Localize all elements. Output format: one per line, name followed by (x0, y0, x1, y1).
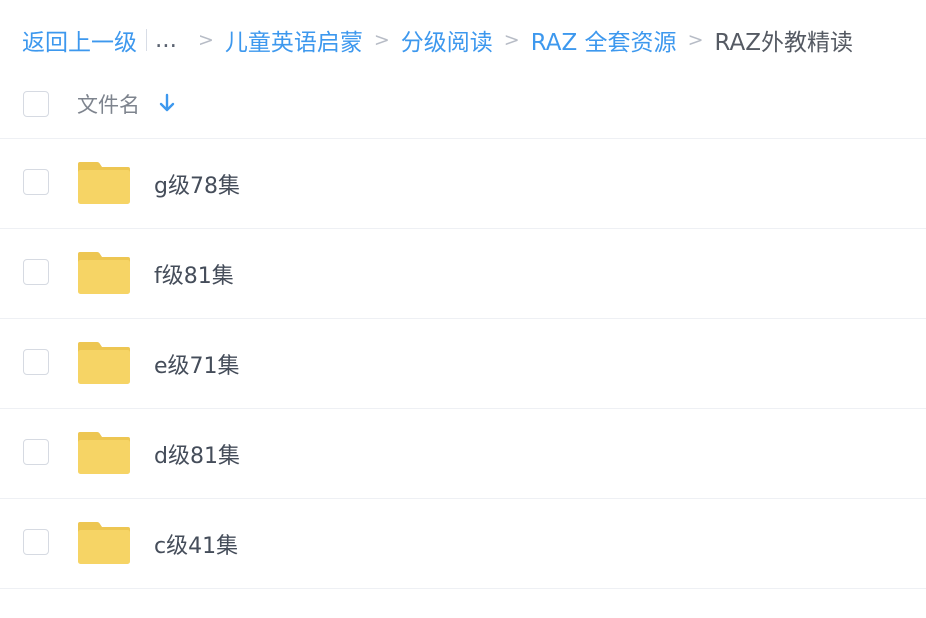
breadcrumb-current: RAZ外教精读 (714, 30, 854, 56)
folder-icon (77, 341, 131, 385)
breadcrumb-separator: > (687, 29, 704, 51)
column-header-filename[interactable]: 文件名 (77, 89, 140, 119)
row-checkbox[interactable] (23, 259, 49, 285)
breadcrumb-divider (146, 29, 147, 51)
back-link[interactable]: 返回上一级 (22, 23, 137, 57)
folder-icon (77, 251, 131, 295)
file-name[interactable]: d级81集 (154, 438, 240, 470)
folder-icon (77, 521, 131, 565)
breadcrumb-ellipsis[interactable]: ... (155, 27, 177, 53)
file-row[interactable]: d级81集 (0, 409, 926, 499)
folder-icon (77, 431, 131, 475)
file-name[interactable]: c级41集 (154, 528, 238, 560)
file-list-header: 文件名 (0, 70, 926, 139)
breadcrumb-item[interactable]: 儿童英语启蒙 (225, 23, 363, 57)
folder-icon (77, 161, 131, 205)
select-all-checkbox[interactable] (23, 91, 49, 117)
breadcrumb-separator: > (503, 29, 520, 51)
row-checkbox[interactable] (23, 349, 49, 375)
row-checkbox[interactable] (23, 529, 49, 555)
file-row[interactable]: e级71集 (0, 319, 926, 409)
file-name[interactable]: e级71集 (154, 348, 240, 380)
file-row[interactable]: g级78集 (0, 139, 926, 229)
row-checkbox[interactable] (23, 169, 49, 195)
breadcrumb-item[interactable]: RAZ 全套资源 (531, 23, 677, 57)
row-checkbox[interactable] (23, 439, 49, 465)
breadcrumb: 返回上一级 ... > 儿童英语启蒙 > 分级阅读 > RAZ 全套资源 > R… (22, 20, 853, 60)
file-name[interactable]: g级78集 (154, 168, 240, 200)
breadcrumb-separator: > (197, 29, 214, 51)
file-name[interactable]: f级81集 (154, 258, 234, 290)
breadcrumb-item[interactable]: 分级阅读 (401, 23, 493, 57)
breadcrumb-separator: > (373, 29, 390, 51)
file-list: g级78集 f级81集 e级71集 d级81集 c级41集 (0, 139, 926, 589)
arrow-down-icon[interactable] (157, 92, 177, 114)
file-row[interactable]: f级81集 (0, 229, 926, 319)
file-row[interactable]: c级41集 (0, 499, 926, 589)
